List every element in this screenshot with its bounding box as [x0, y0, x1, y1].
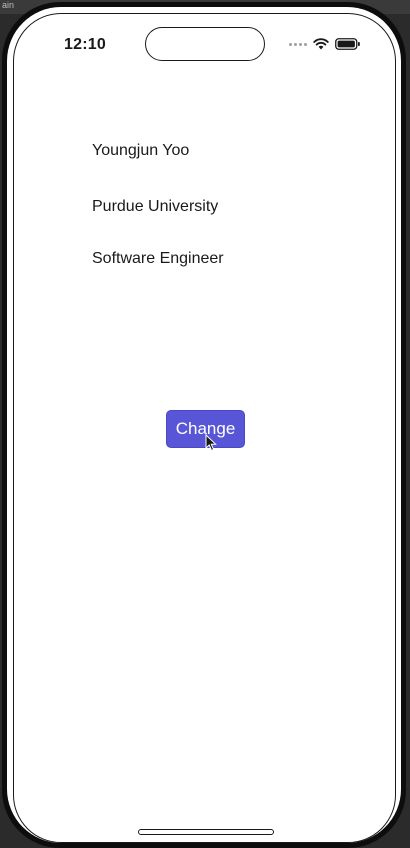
- signal-dots-icon: [289, 42, 307, 46]
- window-top-strip-text: ain: [2, 0, 15, 10]
- battery-icon: [335, 38, 360, 50]
- status-icons: [289, 38, 361, 50]
- title-label: Software Engineer: [92, 250, 224, 267]
- phone-screen: 12:10 Youngjun Yoo Purdue University Sof…: [13, 13, 396, 843]
- school-label: Purdue University: [92, 198, 219, 215]
- home-indicator[interactable]: [138, 829, 274, 835]
- mouse-cursor-icon: [205, 434, 217, 452]
- wifi-icon: [313, 38, 329, 50]
- status-time: 12:10: [64, 36, 106, 53]
- simulator-frame: ain 12:10 Youngjun Yoo Purdue University…: [0, 0, 410, 848]
- name-label: Youngjun Yoo: [92, 142, 190, 159]
- dynamic-island: [145, 27, 265, 61]
